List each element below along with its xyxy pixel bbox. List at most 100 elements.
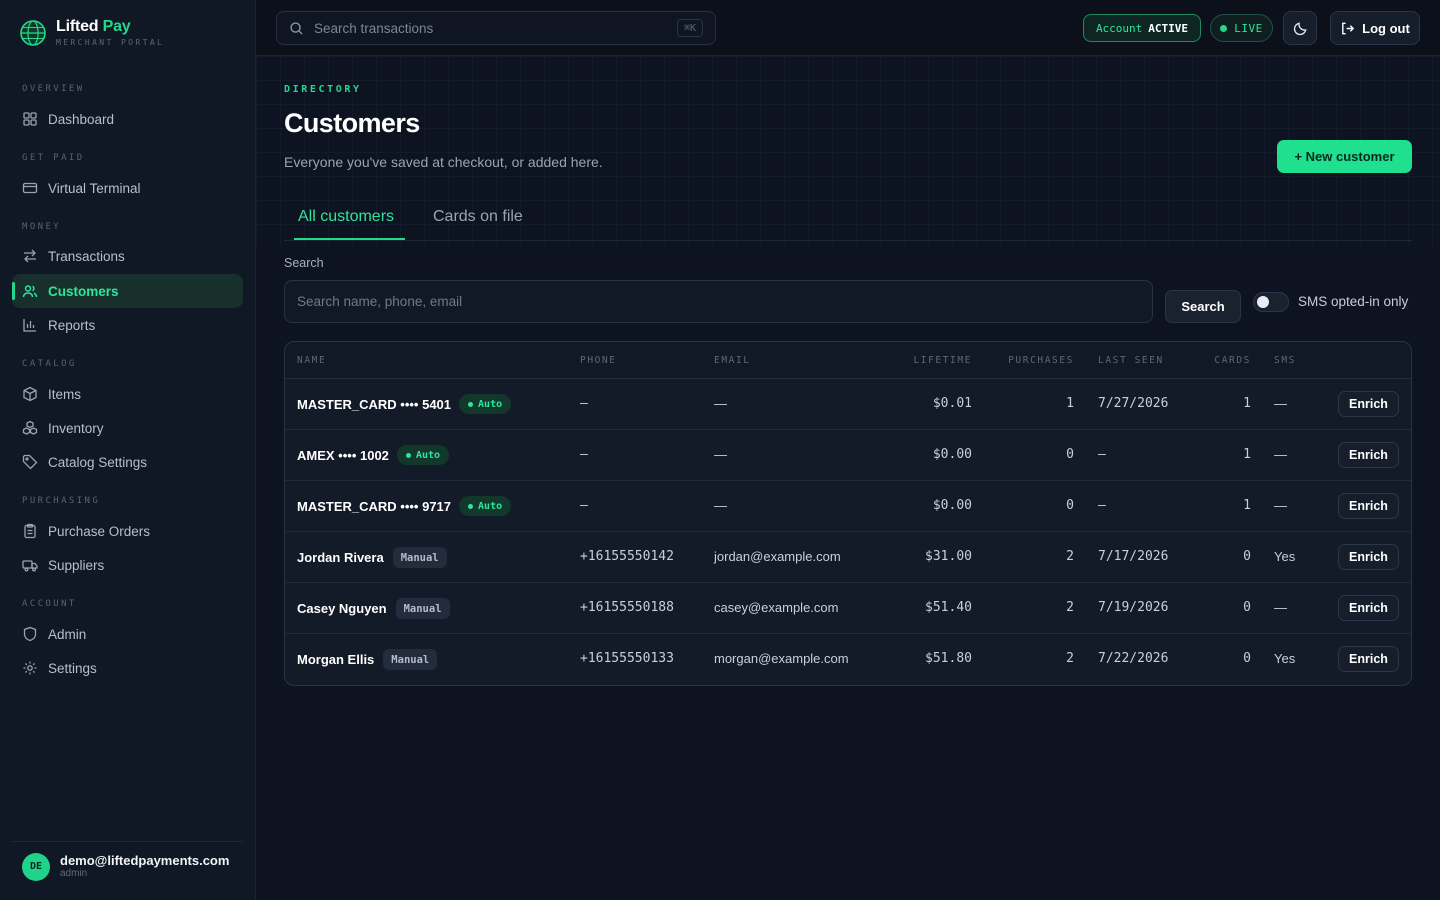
clipboard-icon: [24, 523, 36, 539]
users-icon: [22, 285, 38, 298]
tab-cards-on-file[interactable]: Cards on file: [433, 208, 523, 226]
purchases-cell: 1: [1066, 396, 1074, 411]
email-cell: —: [714, 396, 727, 411]
sidebar-item-label: Dashboard: [48, 111, 115, 127]
purchases-cell: 0: [1066, 447, 1074, 462]
live-mode-badge[interactable]: LIVE: [1210, 14, 1273, 42]
table-row[interactable]: MASTER_CARD •••• 9717 Auto — — $0.00 0 —…: [285, 481, 1411, 532]
theme-toggle-button[interactable]: [1283, 11, 1317, 45]
column-header-lifetime[interactable]: LIFETIME: [913, 355, 972, 366]
table-row[interactable]: Jordan Rivera Manual +16155550142 jordan…: [285, 532, 1411, 583]
sidebar-item-admin[interactable]: Admin: [12, 617, 243, 651]
table-row[interactable]: AMEX •••• 1002 Auto — — $0.00 0 — 1 — En…: [285, 430, 1411, 481]
column-header-purchases[interactable]: PURCHASES: [1008, 355, 1074, 366]
sidebar-item-dashboard[interactable]: Dashboard: [12, 102, 243, 136]
truck-icon: [22, 560, 38, 572]
nav-section-overview: OVERVIEW: [22, 84, 85, 94]
global-search-placeholder: Search transactions: [314, 20, 434, 36]
live-dot-icon: [1220, 24, 1228, 32]
column-header-phone[interactable]: PHONE: [580, 355, 617, 366]
phone-cell: +16155550133: [580, 651, 674, 666]
last-seen-cell: 7/17/2026: [1098, 549, 1169, 564]
customer-name-cell: Casey Nguyen Manual: [297, 598, 450, 619]
new-customer-button[interactable]: + New customer: [1277, 140, 1412, 173]
arrows-icon: [24, 249, 36, 263]
sidebar-item-label: Purchase Orders: [48, 523, 151, 539]
brand-name: Lifted Pay: [56, 18, 131, 35]
customer-name: MASTER_CARD •••• 5401: [297, 396, 452, 412]
sidebar-item-label: Reports: [48, 317, 96, 333]
column-header-cards[interactable]: CARDS: [1214, 355, 1251, 366]
enrich-button[interactable]: Enrich: [1338, 391, 1399, 417]
source-badge: Auto: [459, 496, 512, 516]
column-header-name[interactable]: NAME: [297, 355, 326, 366]
email-cell: casey@example.com: [714, 600, 839, 615]
email-cell: —: [714, 447, 727, 462]
badge-label: Auto: [415, 449, 441, 461]
sms-cell: Yes: [1274, 651, 1296, 666]
sms-opt-in-toggle[interactable]: [1253, 292, 1289, 312]
sidebar-item-label: Inventory: [48, 420, 104, 436]
tab-all-customers[interactable]: All customers: [298, 208, 394, 226]
page-eyebrow: DIRECTORY: [284, 84, 362, 95]
last-seen-cell: 7/27/2026: [1098, 396, 1169, 411]
page-title: Customers: [284, 108, 420, 138]
main-content: DIRECTORY Customers Everyone you've save…: [256, 56, 1440, 900]
sms-cell: —: [1274, 447, 1287, 462]
sidebar-item-customers[interactable]: Customers: [12, 274, 243, 308]
customer-name-cell: AMEX •••• 1002 Auto: [297, 445, 450, 465]
page-subtitle: Everyone you've saved at checkout, or ad…: [284, 154, 603, 170]
user-menu[interactable]: DE demo@liftedpayments.com admin: [12, 841, 243, 891]
badge-label: Auto: [478, 398, 503, 410]
sidebar-item-purchase-orders[interactable]: Purchase Orders: [12, 514, 243, 548]
column-header-sms[interactable]: SMS: [1274, 355, 1296, 366]
enrich-button[interactable]: Enrich: [1338, 544, 1399, 570]
enrich-button[interactable]: Enrich: [1338, 595, 1399, 621]
table-row[interactable]: Casey Nguyen Manual +16155550188 casey@e…: [285, 583, 1411, 634]
lifetime-cell: $31.00: [925, 549, 972, 564]
customer-search-input[interactable]: [284, 280, 1153, 323]
enrich-button[interactable]: Enrich: [1338, 493, 1399, 519]
sidebar-item-reports[interactable]: Reports: [12, 308, 243, 342]
sidebar-item-inventory[interactable]: Inventory: [12, 411, 243, 445]
lifetime-cell: $51.40: [925, 600, 972, 615]
nav-section-account: ACCOUNT: [22, 599, 77, 609]
sms-cell: —: [1274, 396, 1287, 411]
account-status-badge: Account ACTIVE: [1083, 14, 1201, 42]
sidebar-item-transactions[interactable]: Transactions: [12, 239, 243, 273]
grid-icon: [23, 112, 37, 126]
nav-section-purchasing: PURCHASING: [22, 496, 101, 506]
logout-button[interactable]: Log out: [1330, 11, 1420, 45]
column-header-email[interactable]: EMAIL: [714, 355, 751, 366]
bar-chart-icon: [23, 319, 36, 332]
search-label: Search: [284, 256, 324, 270]
enrich-button[interactable]: Enrich: [1338, 646, 1399, 672]
toggle-knob: [1257, 296, 1269, 308]
sms-cell: —: [1274, 498, 1287, 513]
global-search[interactable]: Search transactions ⌘K: [276, 11, 716, 45]
purchases-cell: 2: [1066, 549, 1074, 564]
sidebar-item-virtual-terminal[interactable]: Virtual Terminal: [12, 171, 243, 205]
source-badge: Auto: [396, 445, 450, 465]
sidebar-item-settings[interactable]: Settings: [12, 651, 243, 685]
table-row[interactable]: MASTER_CARD •••• 5401 Auto — — $0.01 1 7…: [285, 379, 1411, 430]
sidebar-item-items[interactable]: Items: [12, 377, 243, 411]
last-seen-cell: 7/22/2026: [1098, 651, 1169, 666]
search-button[interactable]: Search: [1165, 290, 1241, 323]
credit-card-icon: [22, 182, 38, 194]
table-row[interactable]: Morgan Ellis Manual +16155550133 morgan@…: [285, 634, 1411, 685]
purchases-cell: 2: [1066, 600, 1074, 615]
brand[interactable]: Lifted Pay MERCHANT PORTAL: [20, 18, 164, 47]
sidebar-item-suppliers[interactable]: Suppliers: [12, 548, 243, 582]
cards-cell: 0: [1243, 600, 1251, 615]
email-cell: —: [714, 498, 727, 513]
enrich-button[interactable]: Enrich: [1338, 442, 1399, 468]
last-seen-cell: —: [1098, 447, 1106, 462]
lifetime-cell: $0.01: [932, 396, 972, 411]
phone-cell: +16155550142: [580, 549, 674, 564]
last-seen-cell: 7/19/2026: [1098, 600, 1169, 615]
sidebar-item-catalog-settings[interactable]: Catalog Settings: [12, 445, 243, 479]
email-cell: jordan@example.com: [714, 549, 841, 564]
status-dot-icon: [468, 401, 474, 407]
column-header-last-seen[interactable]: LAST SEEN: [1098, 355, 1164, 366]
